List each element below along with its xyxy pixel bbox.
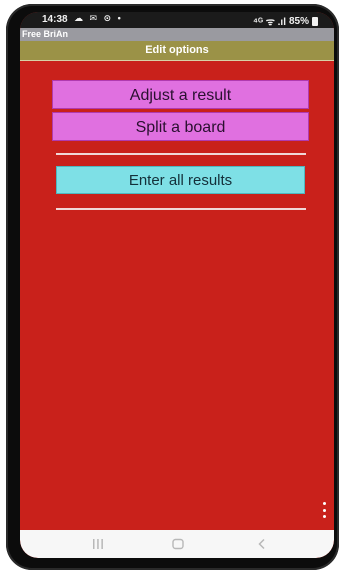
navigation-bar [20, 530, 334, 558]
battery-percent: 85% [288, 15, 309, 27]
back-icon[interactable] [250, 536, 274, 552]
status-right-group: ⁴ᴳ ᯤ .ıl 85% [253, 14, 318, 28]
notification-icons: ☁ ✉ ⊙ • [74, 13, 123, 23]
adjust-result-button[interactable]: Adjust a result [52, 80, 309, 109]
more-vertical-icon[interactable] [322, 502, 326, 518]
page-title: Edit options [20, 41, 334, 61]
app-name-bar: Free BriAn [20, 28, 334, 41]
home-icon[interactable] [166, 536, 190, 552]
divider [56, 153, 306, 155]
recents-icon[interactable] [86, 536, 110, 552]
status-bar: 14:38 ☁ ✉ ⊙ • ⁴ᴳ ᯤ .ıl 85% [20, 12, 334, 28]
screen: 14:38 ☁ ✉ ⊙ • ⁴ᴳ ᯤ .ıl 85% Free BriAn Ed… [20, 12, 334, 558]
app-name: Free BriAn [22, 29, 69, 39]
split-board-button[interactable]: Split a board [52, 112, 309, 141]
divider [56, 208, 306, 210]
status-time: 14:38 [42, 14, 68, 25]
enter-all-results-button[interactable]: Enter all results [56, 166, 305, 194]
battery-icon [312, 16, 318, 26]
phone-frame: 14:38 ☁ ✉ ⊙ • ⁴ᴳ ᯤ .ıl 85% Free BriAn Ed… [6, 4, 339, 570]
signal-icon: ⁴ᴳ ᯤ .ıl [253, 17, 286, 28]
